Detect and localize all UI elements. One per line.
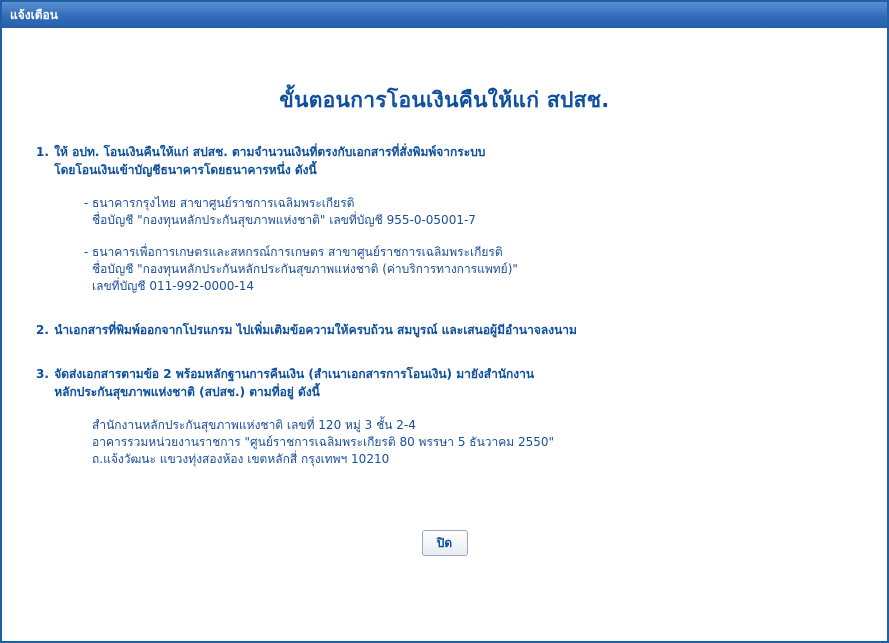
- bullet: -: [84, 245, 89, 259]
- bank-name: ธนาคารกรุงไทย สาขาศูนย์ราชการเฉลิมพระเกี…: [92, 196, 355, 210]
- step-text: ให้ อปท. โอนเงินคืนให้แก่ สปสช. ตามจำนวน…: [54, 143, 814, 179]
- step-text-line: โดยโอนเงินเข้าบัญชีธนาคารโดยธนาคารหนึ่ง …: [54, 163, 317, 177]
- step-text: นำเอกสารที่พิมพ์ออกจากโปรแกรม ไปเพิ่มเติ…: [54, 321, 814, 339]
- bank-item-baac: - ธนาคารเพื่อการเกษตรและสหกรณ์การเกษตร ส…: [84, 244, 887, 295]
- dialog-content: ขั้นตอนการโอนเงินคืนให้แก่ สปสช. 1. ให้ …: [2, 84, 887, 556]
- address-line: สำนักงานหลักประกันสุขภาพแห่งชาติ เลขที่ …: [92, 418, 416, 432]
- bank-account: ชื่อบัญชี "กองทุนหลักประกันสุขภาพแห่งชาต…: [92, 213, 476, 227]
- office-address: สำนักงานหลักประกันสุขภาพแห่งชาติ เลขที่ …: [92, 417, 887, 468]
- address-line: ถ.แจ้งวัฒนะ แขวงทุ่งสองห้อง เขตหลักสี่ ก…: [92, 452, 390, 466]
- bank-account-name: ชื่อบัญชี "กองทุนหลักประกันหลักประกันสุข…: [92, 262, 518, 276]
- button-row: ปิด: [36, 530, 887, 556]
- step-text-line: ให้ อปท. โอนเงินคืนให้แก่ สปสช. ตามจำนวน…: [54, 145, 486, 159]
- step-text-line: จัดส่งเอกสารตามข้อ 2 พร้อมหลักฐานการคืนเ…: [54, 367, 535, 381]
- close-button[interactable]: ปิด: [421, 530, 468, 556]
- bank-name: ธนาคารเพื่อการเกษตรและสหกรณ์การเกษตร สาข…: [92, 245, 503, 259]
- bank-account-number: เลขที่บัญชี 011-992-0000-14: [92, 279, 254, 293]
- page-heading: ขั้นตอนการโอนเงินคืนให้แก่ สปสช.: [279, 88, 610, 112]
- bullet: -: [84, 196, 89, 210]
- step-text-line: นำเอกสารที่พิมพ์ออกจากโปรแกรม ไปเพิ่มเติ…: [54, 323, 577, 337]
- address-line: อาคารรวมหน่วยงานราชการ "ศูนย์ราชการเฉลิม…: [92, 435, 555, 449]
- dialog-title-bar: แจ้งเตือน: [2, 2, 887, 28]
- step-number: 3.: [36, 367, 49, 381]
- step-text-line: หลักประกันสุขภาพแห่งชาติ (สปสช.) ตามที่อ…: [54, 385, 320, 399]
- step-text: จัดส่งเอกสารตามข้อ 2 พร้อมหลักฐานการคืนเ…: [54, 365, 814, 401]
- step-3: 3. จัดส่งเอกสารตามข้อ 2 พร้อมหลักฐานการค…: [36, 365, 887, 401]
- step-number: 1.: [36, 145, 49, 159]
- alert-dialog: แจ้งเตือน ขั้นตอนการโอนเงินคืนให้แก่ สปส…: [0, 0, 889, 643]
- dialog-title: แจ้งเตือน: [10, 8, 58, 22]
- step-2: 2. นำเอกสารที่พิมพ์ออกจากโปรแกรม ไปเพิ่ม…: [36, 321, 887, 339]
- step-number: 2.: [36, 323, 49, 337]
- step-1: 1. ให้ อปท. โอนเงินคืนให้แก่ สปสช. ตามจำ…: [36, 143, 887, 179]
- bank-item-ktb: - ธนาคารกรุงไทย สาขาศูนย์ราชการเฉลิมพระเ…: [84, 195, 887, 229]
